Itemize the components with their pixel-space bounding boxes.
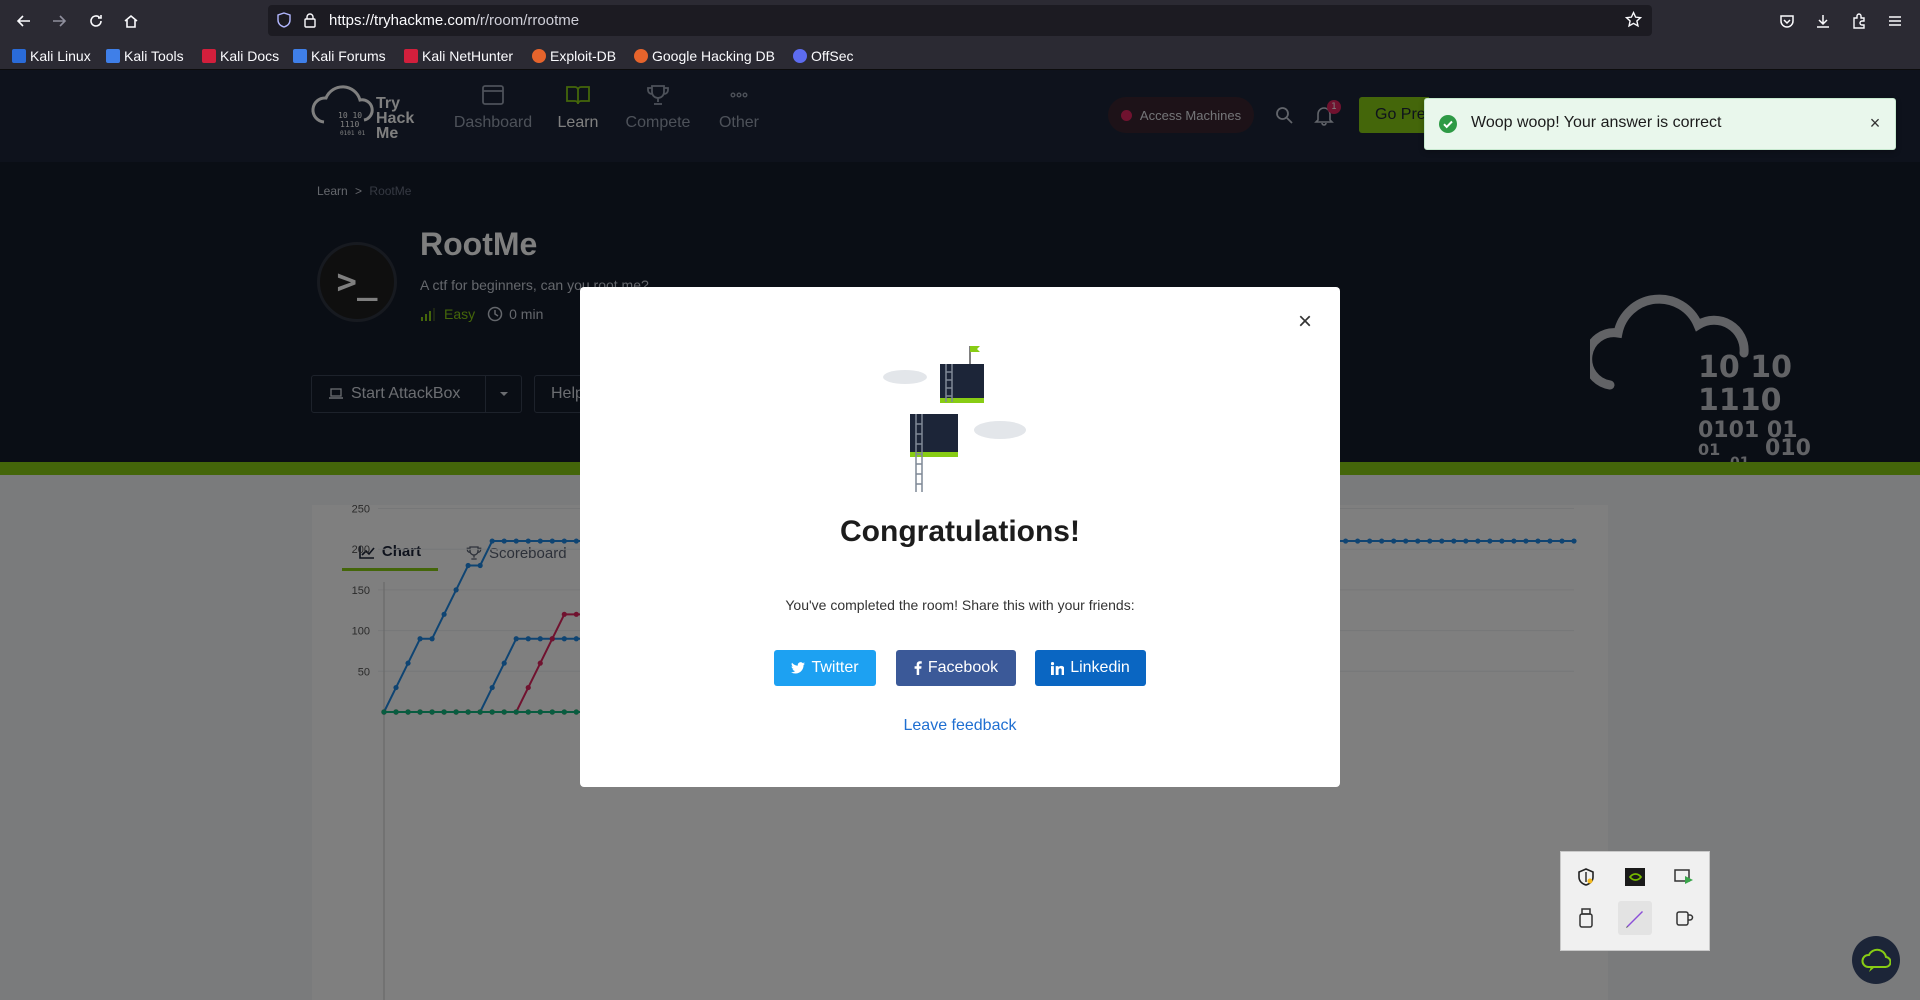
success-toast: Woop woop! Your answer is correct ×	[1424, 98, 1896, 150]
bookmark-kali-tools[interactable]: Kali Tools	[106, 47, 184, 65]
leave-feedback-link[interactable]: Leave feedback	[580, 717, 1340, 735]
pen-icon[interactable]	[1618, 901, 1652, 935]
bookmark-label: Kali Forums	[311, 48, 386, 64]
offsec-icon	[793, 49, 807, 63]
bookmark-kali-nethunter[interactable]: Kali NetHunter	[404, 47, 513, 65]
bookmark-label: Google Hacking DB	[652, 48, 775, 64]
modal-title: Congratulations!	[840, 515, 1080, 548]
forward-icon[interactable]	[47, 9, 71, 33]
kali-dragon-icon	[12, 49, 26, 63]
shield-icon[interactable]	[276, 12, 292, 32]
twitter-icon	[791, 662, 806, 674]
kali-tools-icon	[106, 49, 120, 63]
modal-message: You've completed the room! Share this wi…	[785, 597, 1135, 613]
exploit-db-icon	[532, 49, 546, 63]
nethunter-icon	[404, 49, 418, 63]
bookmark-offsec[interactable]: OffSec	[793, 47, 854, 65]
browser-toolbar: https://tryhackme.com/r/room/rrootme	[0, 0, 1920, 42]
bookmark-label: Exploit-DB	[550, 48, 617, 64]
check-circle-icon	[1439, 115, 1457, 133]
security-shield-icon[interactable]	[1569, 860, 1603, 894]
bookmarks-bar: Kali Linux Kali Tools Kali Docs Kali For…	[0, 42, 1920, 70]
bookmark-star-icon[interactable]	[1624, 10, 1643, 32]
congrats-illustration	[883, 346, 1026, 492]
chat-cloud-icon	[1861, 948, 1891, 972]
twitter-label: Twitter	[811, 659, 859, 676]
modal-close-button[interactable]: ×	[1293, 310, 1317, 334]
url-bar[interactable]: https://tryhackme.com/r/room/rrootme	[268, 5, 1652, 36]
lock-icon[interactable]	[302, 12, 318, 32]
bookmark-kali-linux[interactable]: Kali Linux	[12, 47, 91, 65]
bookmark-label: Kali Tools	[124, 48, 184, 64]
url-text: https://tryhackme.com/r/room/rrootme	[329, 12, 579, 29]
share-facebook-button[interactable]: Facebook	[896, 650, 1016, 686]
url-path: /r/room/rrootme	[475, 12, 580, 29]
bookmark-label: Kali Linux	[30, 48, 91, 64]
usb-drive-icon[interactable]	[1569, 901, 1603, 935]
menu-icon[interactable]	[1883, 9, 1907, 33]
downloads-icon[interactable]	[1811, 9, 1835, 33]
kali-docs-icon	[202, 49, 216, 63]
share-twitter-button[interactable]: Twitter	[774, 650, 876, 686]
facebook-icon	[914, 661, 922, 675]
bookmark-label: Kali NetHunter	[422, 48, 514, 64]
mug-icon[interactable]	[1667, 901, 1701, 935]
media-app-icon[interactable]	[1667, 860, 1701, 894]
share-linkedin-button[interactable]: Linkedin	[1035, 650, 1146, 686]
bookmark-exploit-db[interactable]: Exploit-DB	[532, 47, 616, 65]
bookmark-google-hacking-db[interactable]: Google Hacking DB	[634, 47, 775, 65]
url-host: https://tryhackme.com	[329, 12, 476, 29]
bookmark-label: OffSec	[811, 48, 854, 64]
completion-modal: × Congratulations! You've completed the …	[580, 287, 1340, 787]
toast-message: Woop woop! Your answer is correct	[1471, 114, 1722, 131]
reload-icon[interactable]	[84, 9, 108, 33]
ghdb-icon	[634, 49, 648, 63]
bookmark-kali-docs[interactable]: Kali Docs	[202, 47, 279, 65]
extensions-icon[interactable]	[1847, 9, 1871, 33]
toast-close-button[interactable]: ×	[1865, 113, 1885, 133]
linkedin-label: Linkedin	[1070, 659, 1130, 676]
bookmark-label: Kali Docs	[220, 48, 280, 64]
facebook-label: Facebook	[927, 659, 999, 676]
bookmark-kali-forums[interactable]: Kali Forums	[293, 47, 386, 65]
chat-support-button[interactable]	[1852, 936, 1900, 984]
home-icon[interactable]	[119, 9, 143, 33]
kali-forums-icon	[293, 49, 307, 63]
linkedin-icon	[1051, 661, 1065, 675]
pocket-icon[interactable]	[1775, 9, 1799, 33]
system-tray-popup	[1560, 851, 1710, 951]
nvidia-icon[interactable]	[1618, 860, 1652, 894]
back-icon[interactable]	[12, 9, 36, 33]
